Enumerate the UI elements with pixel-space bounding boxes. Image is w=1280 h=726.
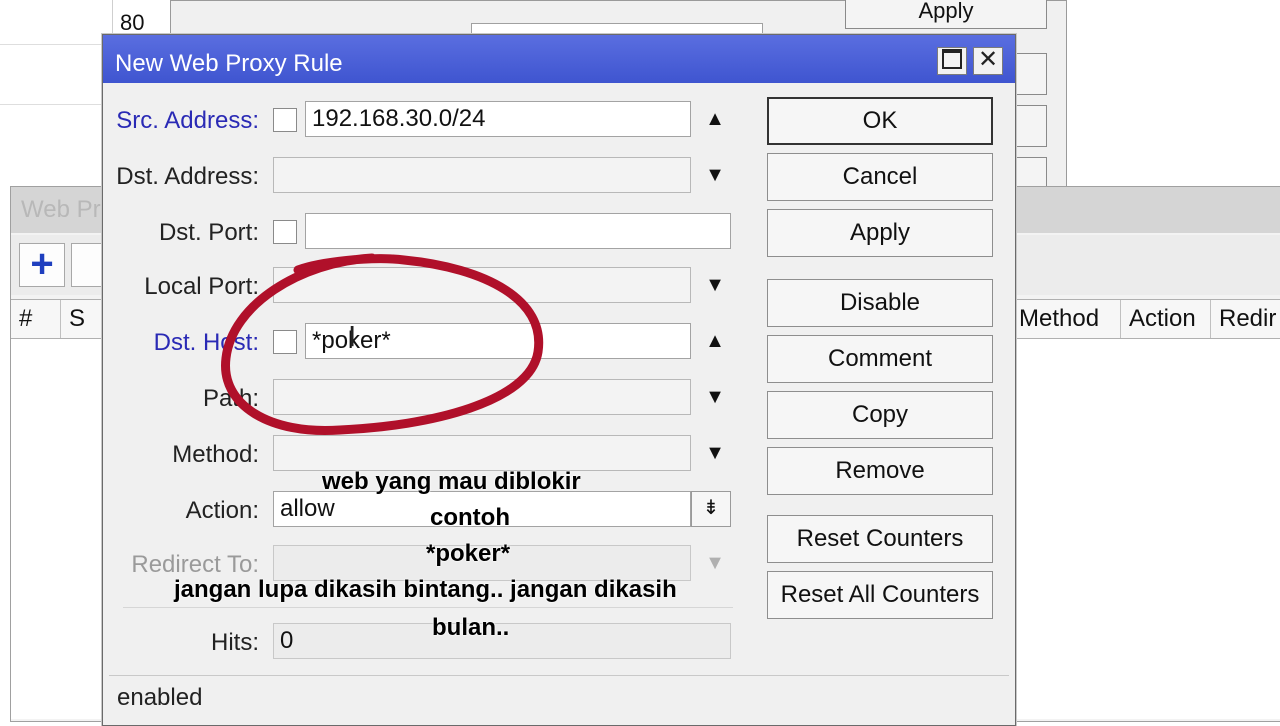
form-divider — [123, 607, 733, 608]
copy-button[interactable]: Copy — [767, 391, 993, 439]
close-icon[interactable]: ✕ — [973, 47, 1003, 75]
annotation-line-3: *poker* — [426, 540, 511, 567]
dst-address-input[interactable] — [273, 157, 691, 193]
method-label: Method: — [172, 441, 259, 468]
annotation-line-4: jangan lupa dikasih bintang.. jangan dik… — [174, 576, 677, 603]
expand-down-icon[interactable]: ▼ — [703, 163, 727, 187]
dst-host-input[interactable]: *poker* — [305, 323, 691, 359]
dst-address-label: Dst. Address: — [116, 163, 259, 190]
reset-all-counters-button[interactable]: Reset All Counters — [767, 571, 993, 619]
dst-port-invert-checkbox[interactable] — [273, 220, 297, 244]
text-cursor-icon: I — [348, 320, 357, 353]
expand-down-icon[interactable]: ▼ — [703, 273, 727, 297]
maximize-icon[interactable] — [937, 47, 967, 75]
expand-down-icon[interactable]: ▼ — [703, 385, 727, 409]
dropdown-arrow-icon[interactable]: ⇟ — [691, 491, 731, 527]
collapse-up-icon[interactable]: ▲ — [703, 107, 727, 131]
comment-button[interactable]: Comment — [767, 335, 993, 383]
column-header-number[interactable]: # — [11, 300, 61, 338]
dialog-title: New Web Proxy Rule — [115, 50, 343, 77]
collapse-up-icon[interactable]: ▲ — [703, 329, 727, 353]
ok-button[interactable]: OK — [767, 97, 993, 145]
new-web-proxy-rule-dialog: New Web Proxy Rule ✕ Src. Address: 192.1… — [102, 34, 1016, 726]
cancel-button[interactable]: Cancel — [767, 153, 993, 201]
apply-button[interactable]: Apply — [767, 209, 993, 257]
column-header-redirect[interactable]: Redir — [1211, 300, 1280, 338]
column-header-action[interactable]: Action — [1121, 300, 1211, 338]
src-address-invert-checkbox[interactable] — [273, 108, 297, 132]
local-port-label: Local Port: — [144, 273, 259, 300]
remove-button[interactable]: Remove — [767, 447, 993, 495]
background-list-number: 80 — [120, 10, 145, 35]
dst-port-label: Dst. Port: — [158, 219, 259, 246]
hits-label: Hits: — [211, 629, 259, 656]
redirect-to-label: Redirect To: — [131, 551, 259, 578]
expand-down-icon[interactable]: ▼ — [703, 441, 727, 465]
path-label: Path: — [202, 385, 259, 412]
status-text: enabled — [117, 684, 203, 711]
list-divider — [0, 104, 112, 105]
src-address-label[interactable]: Src. Address: — [116, 107, 259, 135]
background-list — [0, 0, 113, 185]
local-port-input[interactable] — [273, 267, 691, 303]
path-input[interactable] — [273, 379, 691, 415]
action-label: Action: — [185, 497, 259, 524]
reset-counters-button[interactable]: Reset Counters — [767, 515, 993, 563]
method-input[interactable] — [273, 435, 691, 471]
column-header-method[interactable]: Method — [1011, 300, 1121, 338]
add-rule-button[interactable]: + — [19, 243, 65, 287]
src-address-input[interactable]: 192.168.30.0/24 — [305, 101, 691, 137]
annotation-line-1: web yang mau diblokir — [322, 468, 581, 495]
dst-host-invert-checkbox[interactable] — [273, 330, 297, 354]
background-apply-button[interactable]: Apply — [845, 0, 1047, 29]
status-bar: enabled — [109, 675, 1009, 720]
annotation-line-2: contoh — [430, 504, 510, 531]
dst-host-label[interactable]: Dst. Host: — [154, 329, 259, 357]
dst-port-input[interactable] — [305, 213, 731, 249]
dialog-titlebar[interactable]: New Web Proxy Rule ✕ — [103, 35, 1015, 83]
disable-button[interactable]: Disable — [767, 279, 993, 327]
annotation-line-5: bulan.. — [432, 614, 510, 641]
list-divider — [0, 44, 112, 45]
expand-down-icon: ▼ — [705, 552, 725, 574]
